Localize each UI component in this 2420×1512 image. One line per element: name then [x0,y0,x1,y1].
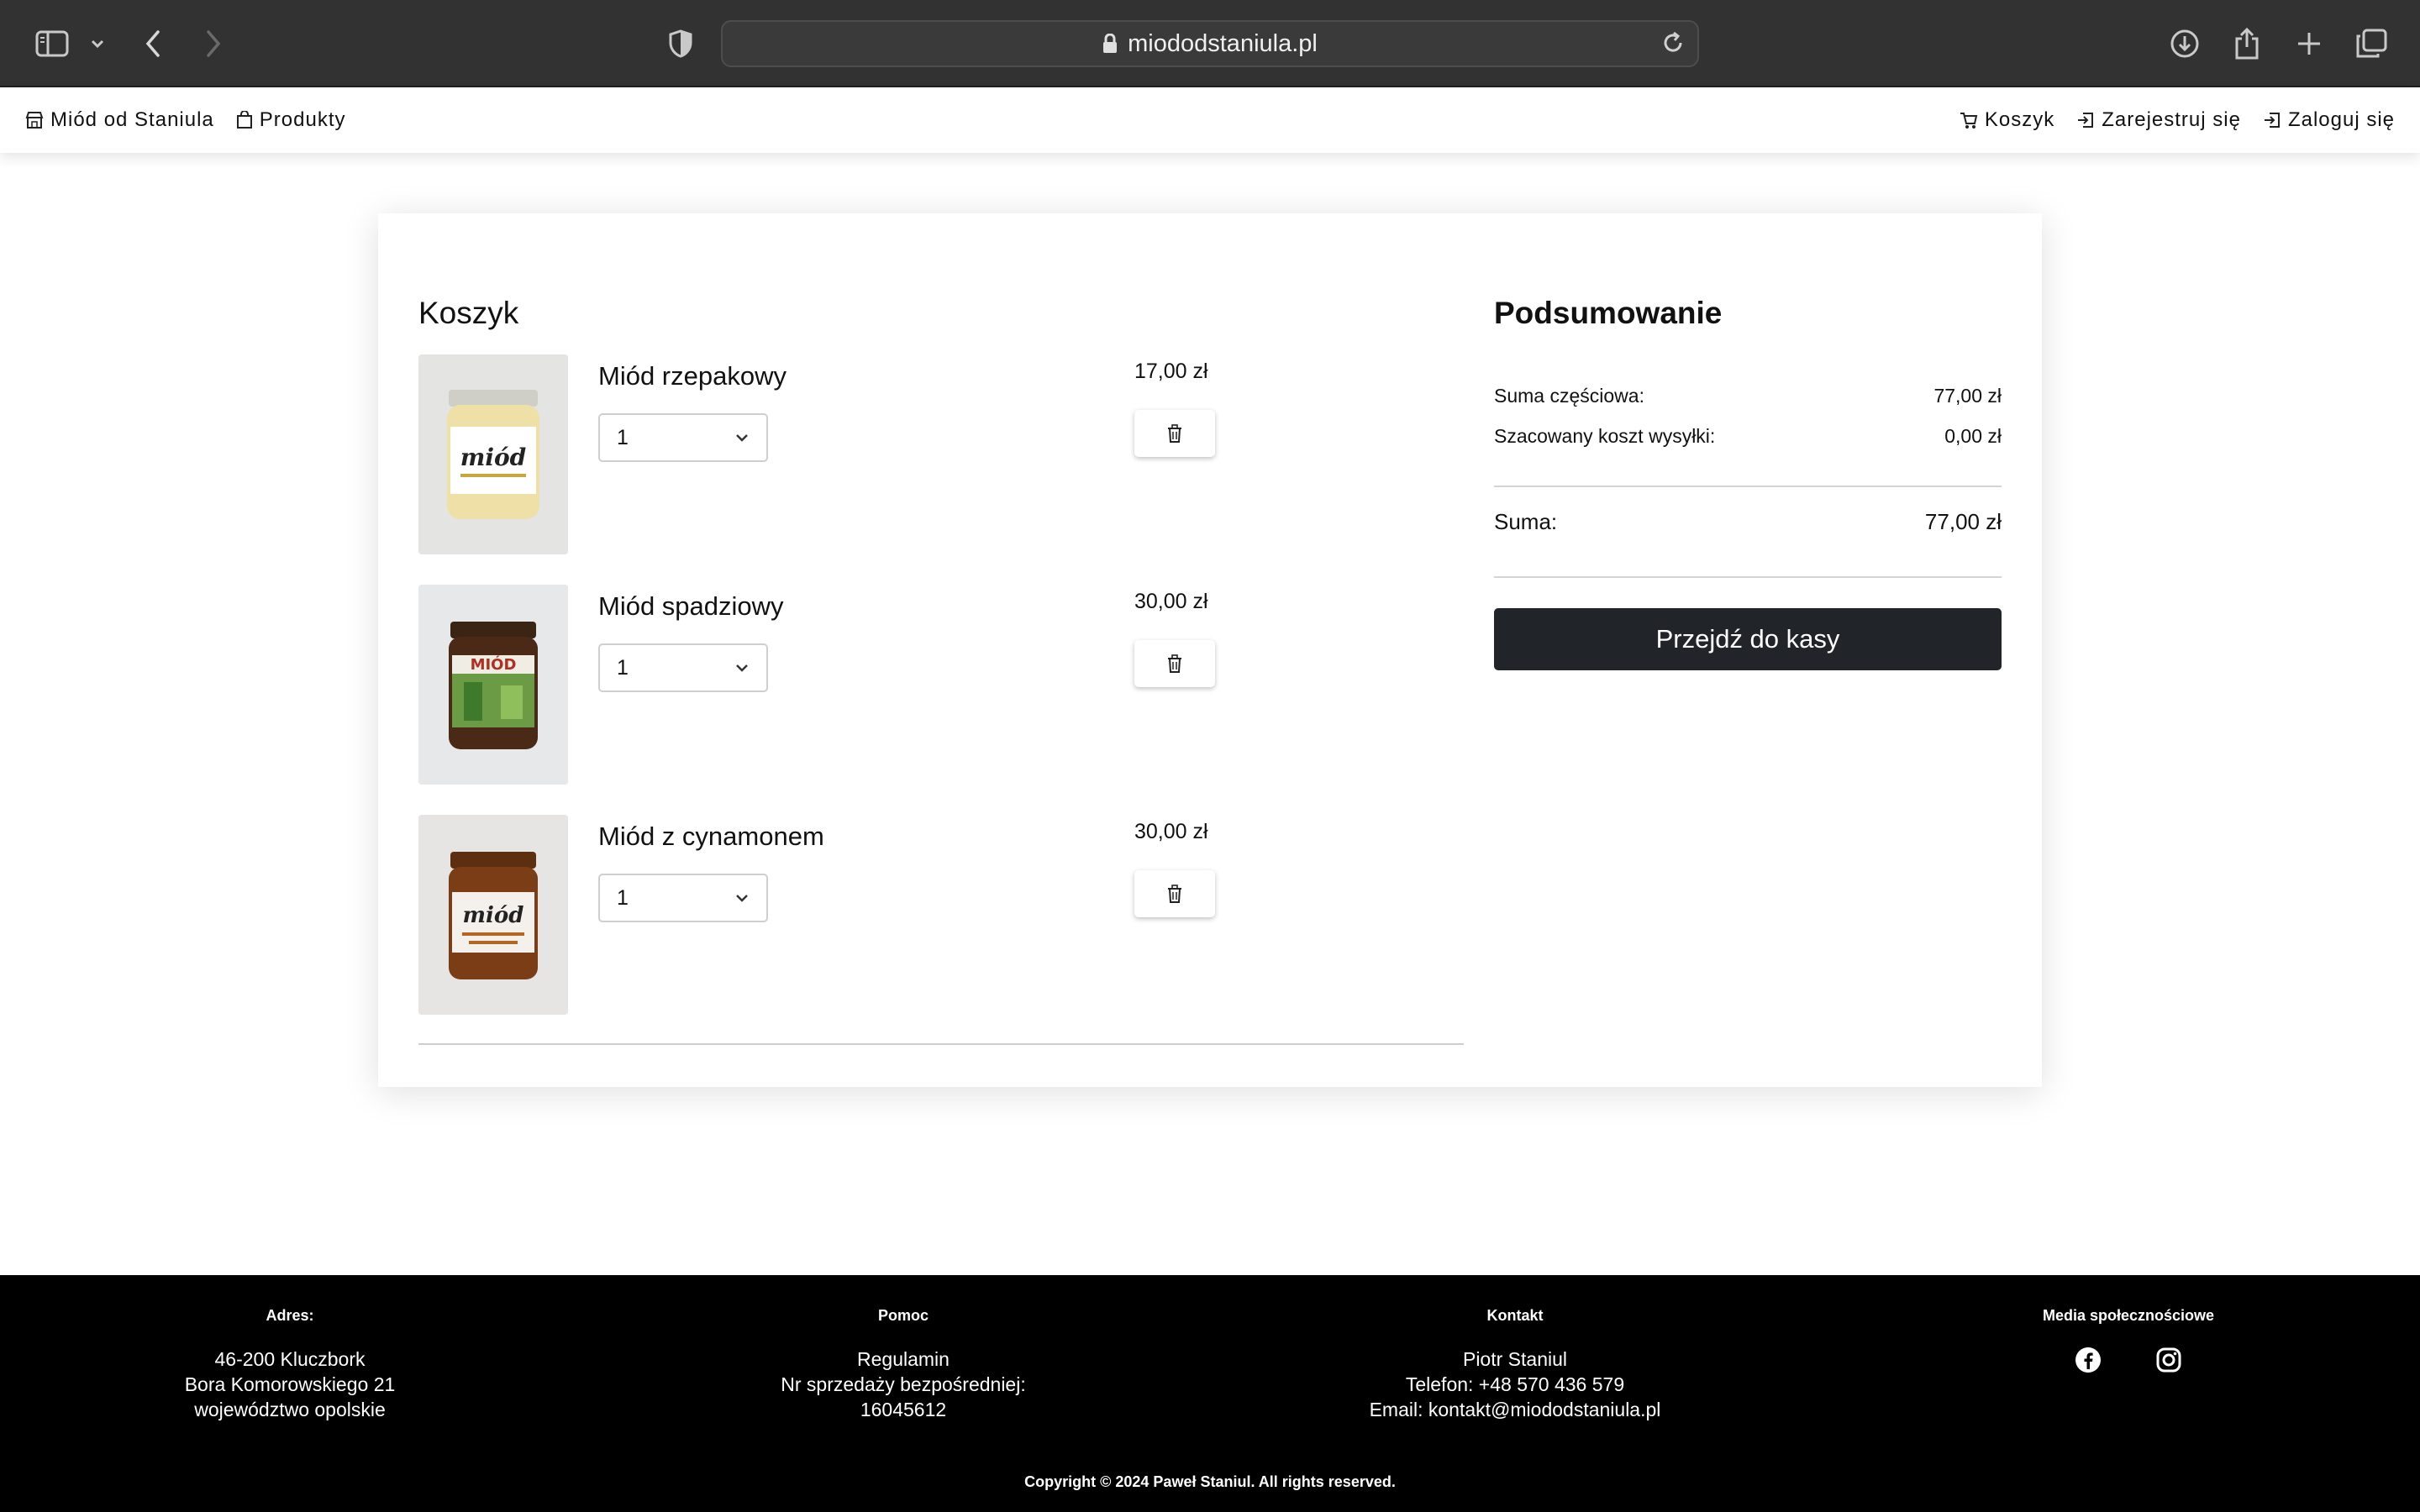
cart-icon [1960,113,1978,129]
chevron-down-icon[interactable] [79,25,116,62]
terms-link[interactable]: Regulamin [668,1347,1139,1372]
cart-title: Koszyk [418,296,519,330]
product-price: 17,00 zł [1134,360,1208,383]
divider [418,1043,1464,1045]
quantity-select[interactable]: 1 [598,413,768,462]
summary-title: Podsumowanie [1494,296,1723,330]
shipping-label: Szacowany koszt wysyłki: [1494,425,1716,447]
footer-heading: Adres: [266,1307,314,1324]
footer-line: 46-200 Kluczbork [214,1348,366,1370]
privacy-shield-icon[interactable] [662,25,699,62]
enter-icon [2078,113,2094,128]
nav-products-label: Produkty [259,108,346,131]
quantity-select[interactable]: 1 [598,874,768,922]
trash-icon [1168,654,1181,673]
total-value: 77,00 zł [1924,509,2002,534]
product-price: 30,00 zł [1134,820,1208,843]
nav-products[interactable]: Produkty [236,108,346,132]
cart-item: miód Miód z cynamonem 1 30,00 zł [418,815,1427,1016]
forward-icon[interactable] [195,25,232,62]
enter-icon [2264,113,2280,128]
trash-icon [1168,885,1181,903]
footer-contact: Kontakt Piotr Staniul Telefon: +48 570 4… [1280,1307,1750,1422]
footer-heading: Pomoc [877,1307,929,1324]
footer-social: Media społecznościowe [1893,1307,2364,1378]
product-name[interactable]: Miód spadziowy [598,591,784,622]
brand-link[interactable]: Miód od Staniula [25,108,214,132]
quantity-value: 1 [617,885,629,910]
remove-item-button[interactable] [1134,870,1215,917]
reload-icon[interactable] [1660,30,1686,55]
brand-label: Miód od Staniula [50,108,214,131]
product-image[interactable]: miód [418,815,568,1015]
shipping-value: 0,00 zł [1944,425,2002,447]
copyright: Copyright © 2024 Paweł Staniul. All righ… [1024,1473,1396,1490]
chevron-down-icon [736,895,748,902]
chevron-down-icon [736,664,748,672]
back-icon[interactable] [134,25,171,62]
nav-cart-label: Koszyk [1984,108,2055,131]
cart-item: MIÓD Miód spadziowy 1 30,00 zł [418,585,1427,786]
product-image[interactable]: miód [418,354,568,554]
product-name[interactable]: Miód z cynamonem [598,822,824,852]
facebook-icon[interactable] [2075,1347,2102,1378]
email-link[interactable]: Email: kontakt@miododstaniula.pl [1280,1397,1750,1422]
address-bar[interactable]: miododstaniula.pl [721,20,1699,67]
shop-icon [25,112,44,129]
footer-line: Nr sprzedaży bezpośredniej: [781,1373,1026,1395]
divider [1494,486,2002,487]
download-icon[interactable] [2166,25,2203,62]
total-row: Suma: 77,00 zł [1494,509,2002,535]
svg-text:MIÓD: MIÓD [471,655,517,674]
footer-line: 16045612 [860,1399,947,1420]
phone-link[interactable]: Telefon: +48 570 436 579 [1280,1372,1750,1397]
subtotal-label: Suma częściowa: [1494,385,1644,407]
bag-icon [236,111,252,129]
footer-line: Piotr Staniul [1462,1348,1567,1370]
nav-register[interactable]: Zarejestruj się [2076,108,2241,132]
quantity-select[interactable]: 1 [598,643,768,692]
nav-login[interactable]: Zaloguj się [2263,108,2395,132]
share-icon[interactable] [2228,25,2265,62]
footer-address: Adres: 46-200 Kluczbork Bora Komorowskie… [55,1307,525,1422]
remove-item-button[interactable] [1134,410,1215,457]
browser-toolbar: miododstaniula.pl [0,0,2420,87]
nav-register-label: Zarejestruj się [2102,108,2241,131]
svg-text:miód: miód [460,444,527,471]
url-text: miododstaniula.pl [1128,29,1318,57]
nav-login-label: Zaloguj się [2287,108,2395,131]
product-name[interactable]: Miód rzepakowy [598,361,786,391]
footer-line: Bora Komorowskiego 21 [184,1373,396,1395]
instagram-icon[interactable] [2155,1347,2182,1378]
site-navbar: Miód od Staniula Produkty Koszyk Zarejes… [0,87,2420,153]
divider [1494,576,2002,578]
site-footer: Adres: 46-200 Kluczbork Bora Komorowskie… [0,1275,2420,1512]
footer-help: Pomoc Regulamin Nr sprzedaży bezpośredni… [668,1307,1139,1422]
chevron-down-icon [736,434,748,442]
cart-item: miód Miód rzepakowy 1 17,00 zł [418,354,1427,556]
total-label: Suma: [1494,509,1558,534]
cart-card: Koszyk miód Miód rzepakowy 1 17,00 zł MI… [378,213,2042,1087]
nav-cart[interactable]: Koszyk [1960,108,2054,132]
lock-icon [1103,34,1118,53]
footer-line: województwo opolskie [194,1399,386,1420]
new-tab-icon[interactable] [2291,25,2328,62]
footer-heading: Kontakt [1486,1307,1544,1324]
sidebar-toggle-icon[interactable] [34,25,71,62]
remove-item-button[interactable] [1134,640,1215,687]
tab-overview-icon[interactable] [2353,25,2390,62]
svg-text:miód: miód [463,903,524,928]
product-image[interactable]: MIÓD [418,585,568,785]
footer-heading: Media społecznościowe [2042,1307,2215,1324]
subtotal-row: Suma częściowa: 77,00 zł [1494,385,2002,407]
checkout-button[interactable]: Przejdź do kasy [1494,608,2002,670]
subtotal-value: 77,00 zł [1933,385,2002,407]
product-price: 30,00 zł [1134,590,1208,613]
shipping-row: Szacowany koszt wysyłki: 0,00 zł [1494,425,2002,448]
quantity-value: 1 [617,655,629,680]
quantity-value: 1 [617,425,629,449]
trash-icon [1168,424,1181,443]
